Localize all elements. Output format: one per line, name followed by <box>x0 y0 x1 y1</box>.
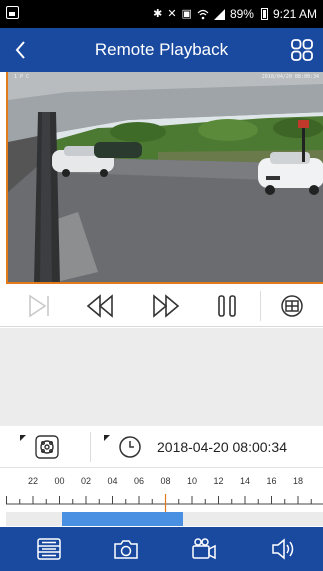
snapshot-button[interactable] <box>113 536 139 562</box>
record-type-button[interactable] <box>34 434 60 460</box>
battery-icon <box>260 8 268 20</box>
playback-datetime[interactable]: 2018-04-20 08:00:34 <box>157 426 287 468</box>
camera-icon <box>114 540 138 559</box>
skip-next-button[interactable] <box>24 291 54 321</box>
video-record-button[interactable] <box>191 536 217 562</box>
grid-2x2-icon <box>291 39 313 61</box>
date-picker-button[interactable] <box>118 435 142 459</box>
video-frame <box>8 72 323 282</box>
nfc-icon: ▣ <box>181 7 192 20</box>
pause-button[interactable] <box>212 291 242 321</box>
record-type-icon <box>35 435 59 459</box>
gallery-icon <box>6 6 19 19</box>
status-right: ✱ ✕ ▣ 89% 9:21 AM <box>153 6 317 22</box>
bluetooth-icon: ✱ <box>153 7 163 20</box>
clock-icon <box>119 436 141 458</box>
capture-window-button[interactable] <box>277 291 307 321</box>
info-divider <box>90 432 91 462</box>
timeline-ticks <box>6 494 323 512</box>
bottom-toolbar <box>0 527 323 571</box>
playback-area-blank <box>0 328 323 426</box>
recording-strip <box>6 512 323 526</box>
fast-forward-button[interactable] <box>151 291 181 321</box>
video-player[interactable]: 1 P C 2018/04/20 08:00:34 <box>6 72 323 284</box>
remote-playback-screen: ✱ ✕ ▣ 89% 9:21 AM Remote Playback 1 P C … <box>0 0 323 571</box>
video-osd-channel: 1 P C <box>14 74 30 80</box>
status-bar: ✱ ✕ ▣ 89% 9:21 AM <box>0 0 323 28</box>
battery-percent: 89% <box>229 7 254 21</box>
capture-window-icon <box>281 295 303 317</box>
fast-forward-icon <box>153 294 180 318</box>
mute-icon: ✕ <box>167 7 177 20</box>
speaker-icon <box>272 538 294 560</box>
audio-button[interactable] <box>270 536 296 562</box>
pause-icon <box>218 295 236 317</box>
video-record-icon <box>192 538 216 560</box>
rewind-icon <box>86 294 113 318</box>
rewind-button[interactable] <box>85 291 115 321</box>
signal-icon <box>213 8 225 20</box>
record-list-icon <box>37 538 61 560</box>
timeline[interactable]: 22 00 02 04 06 08 10 12 14 16 18 <box>0 468 323 526</box>
corner-indicator <box>104 435 110 441</box>
playback-controls <box>0 285 323 327</box>
recording-segment[interactable] <box>62 512 183 526</box>
controls-divider <box>260 291 261 321</box>
playback-info-row: 2018-04-20 08:00:34 <box>0 426 323 468</box>
wifi-icon <box>197 9 209 19</box>
corner-indicator <box>20 435 26 441</box>
skip-next-icon <box>29 294 49 318</box>
page-title: Remote Playback <box>94 40 229 59</box>
title-bar: Remote Playback <box>0 28 323 72</box>
layout-grid-button[interactable] <box>290 38 314 62</box>
status-time: 9:21 AM <box>272 7 317 21</box>
record-list-button[interactable] <box>36 536 62 562</box>
video-osd-timestamp: 2018/04/20 08:00:34 <box>261 74 319 80</box>
